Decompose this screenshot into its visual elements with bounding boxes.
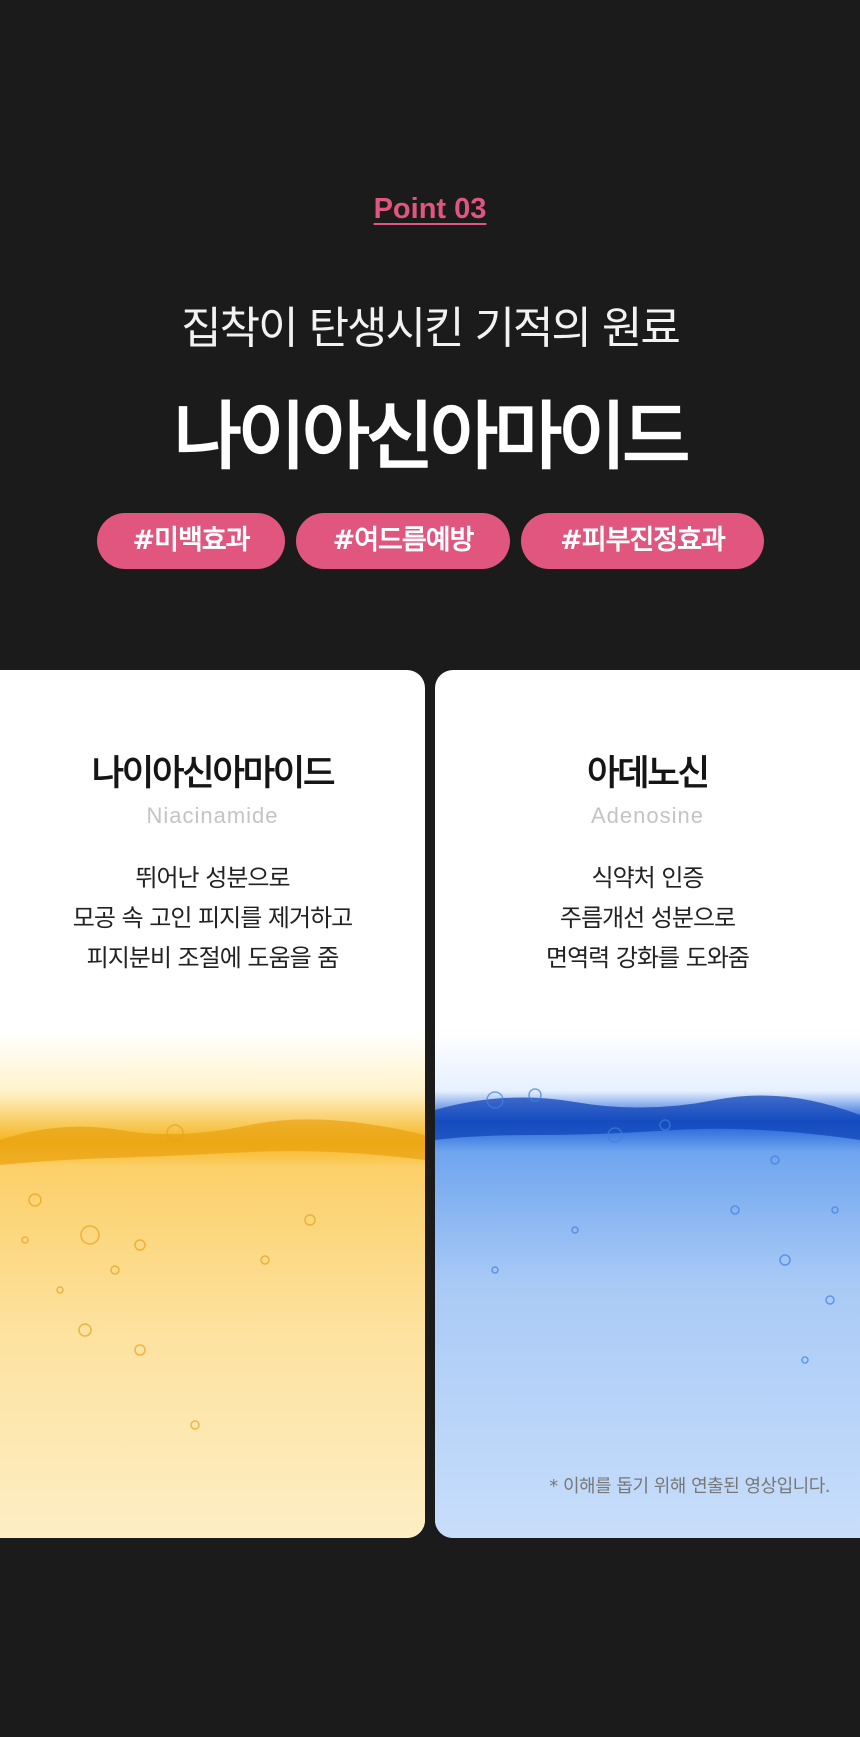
- description-line: 피지분비 조절에 도움을 줌: [86, 944, 340, 972]
- section-title: 나이아신아마이드: [173, 394, 691, 480]
- card-english-name: Adenosine: [591, 803, 704, 828]
- description-line: 주름개선 성분으로: [559, 904, 736, 932]
- section-subtitle: 집착이 탄생시킨 기적의 원료: [181, 303, 681, 354]
- description-line: 면역력 강화를 도와줌: [546, 944, 750, 972]
- description-line: 모공 속 고인 피지를 제거하고: [72, 904, 353, 932]
- disclaimer-note: * 이해를 돕기 위해 연출된 영상입니다.: [549, 1476, 830, 1497]
- tag-skin-soothing: #피부진정효과: [521, 513, 764, 569]
- ingredient-card-adenosine: 아데노신 Adenosine 식약처 인증 주름개선 성분으로 면역력 강화를 …: [435, 670, 860, 1538]
- tag-whitening: #미백효과: [97, 513, 285, 569]
- card-english-name: Niacinamide: [146, 803, 279, 828]
- tag-acne-prevention: #여드름예방: [296, 513, 510, 569]
- tag-list: #미백효과 #여드름예방 #피부진정효과: [0, 513, 860, 569]
- card-description: 뛰어난 성분으로 모공 속 고인 피지를 제거하고 피지분비 조절에 도움을 줌: [0, 858, 425, 978]
- card-title: 나이아신아마이드: [91, 754, 336, 794]
- card-title: 아데노신: [587, 754, 710, 794]
- point-label: Point 03: [373, 193, 487, 225]
- ingredient-card-niacinamide: 나이아신아마이드 Niacinamide 뛰어난 성분으로 모공 속 고인 피지…: [0, 670, 425, 1538]
- blue-water-image: [435, 1030, 860, 1538]
- card-description: 식약처 인증 주름개선 성분으로 면역력 강화를 도와줌: [435, 858, 860, 978]
- yellow-water-image: [0, 1030, 425, 1538]
- description-line: 식약처 인증: [591, 864, 704, 892]
- description-line: 뛰어난 성분으로: [135, 864, 290, 892]
